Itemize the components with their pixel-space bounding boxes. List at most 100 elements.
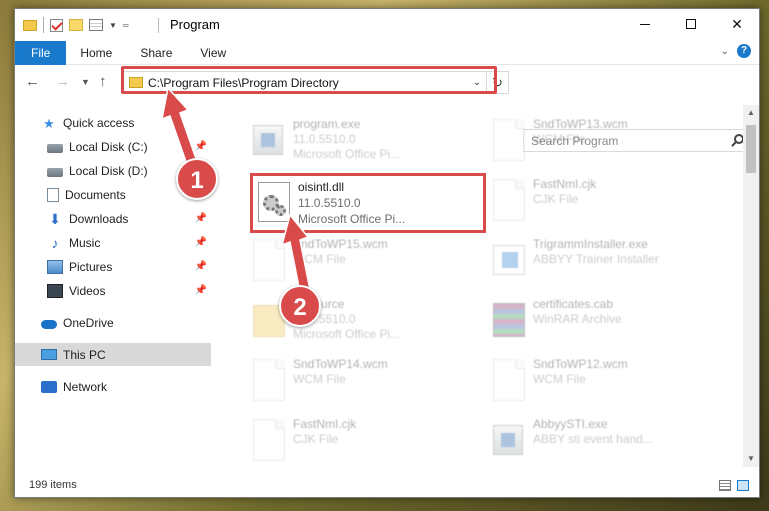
sidebar-item-label: OneDrive xyxy=(63,315,114,330)
winrar-icon xyxy=(493,299,527,343)
videos-icon xyxy=(47,283,63,298)
pin-icon[interactable]: 📌 xyxy=(195,213,207,224)
ribbon-tabs: File Home Share View xyxy=(15,40,759,65)
navigation-pane: ★ Quick access Local Disk (C:) 📌 Local D… xyxy=(15,105,211,465)
file-type: WCM File xyxy=(533,372,586,386)
document-icon xyxy=(253,359,287,403)
file-type: ABBYY Trainer Installer xyxy=(533,252,659,266)
pin-icon[interactable]: 📌 xyxy=(195,285,207,296)
file-name: program.exe xyxy=(293,117,361,131)
sidebar-item-videos[interactable]: Videos 📌 xyxy=(15,279,211,302)
pin-icon[interactable]: 📌 xyxy=(195,141,207,152)
file-name: SndToWP13.wcm xyxy=(533,117,628,131)
sidebar-item-label: Network xyxy=(63,379,108,394)
file-tile[interactable]: FastNmI.cjk CJK File xyxy=(483,171,723,231)
expand-ribbon-icon[interactable]: ⌄ xyxy=(721,46,729,57)
exe-icon-shape xyxy=(253,125,283,155)
help-icon[interactable]: ? xyxy=(737,44,751,58)
up-arrow-icon[interactable]: ↑ xyxy=(99,73,107,90)
selected-file-tile[interactable]: oisintl.dll 11.0.5510.0 Microsoft Office… xyxy=(250,173,486,233)
star-icon: ★ xyxy=(43,115,55,131)
document-icon xyxy=(493,359,527,403)
properties-check-icon[interactable] xyxy=(50,18,63,32)
disk-icon xyxy=(47,167,63,177)
file-description: Microsoft Office Pi... xyxy=(293,327,401,341)
pin-icon[interactable]: 📌 xyxy=(195,237,207,248)
properties-icon[interactable] xyxy=(89,19,103,31)
sidebar-item-network[interactable]: Network xyxy=(15,375,211,398)
file-tile[interactable]: program.exe 11.0.5510.0 Microsoft Office… xyxy=(243,111,483,171)
document-icon xyxy=(253,239,287,283)
document-page xyxy=(253,239,285,281)
file-tile[interactable]: AbbyySTI.exe ABBY sti event hand... xyxy=(483,411,723,469)
sidebar-item-label: Quick access xyxy=(63,115,135,130)
file-tile[interactable]: TrigrammInstaller.exe ABBYY Trainer Inst… xyxy=(483,231,723,291)
file-name: SndToWP14.wcm xyxy=(293,357,388,371)
close-button[interactable]: ✕ xyxy=(714,9,760,39)
disk-icon xyxy=(47,143,63,153)
minimize-button[interactable] xyxy=(622,9,668,39)
sidebar-item-label: Music xyxy=(69,235,101,250)
file-name: FastNmI.cjk xyxy=(533,177,597,191)
sidebar-item-label: Local Disk (D:) xyxy=(69,163,148,178)
download-icon: ⬇ xyxy=(49,210,61,227)
scroll-up-icon[interactable]: ▲ xyxy=(743,105,759,121)
details-view-icon[interactable] xyxy=(719,480,731,491)
pin-icon[interactable]: 📌 xyxy=(195,261,207,272)
minimize-icon xyxy=(640,23,650,25)
tab-file[interactable]: File xyxy=(15,40,67,65)
scroll-down-icon[interactable]: ▼ xyxy=(743,451,759,467)
sidebar-item-music[interactable]: ♪ Music 📌 xyxy=(15,231,211,254)
exe-icon xyxy=(253,119,287,163)
close-icon: ✕ xyxy=(731,15,743,32)
vertical-scrollbar[interactable]: ▲ ▼ xyxy=(743,105,759,467)
chevron-down-icon[interactable]: ▼ xyxy=(109,21,117,30)
file-type: WinRAR Archive xyxy=(533,312,622,326)
file-tile[interactable]: certificates.cab WinRAR Archive xyxy=(483,291,723,351)
dll-gear-icon xyxy=(258,182,292,226)
file-name: SndToWP12.wcm xyxy=(533,357,628,371)
file-type: WCM File xyxy=(533,132,586,146)
sidebar-item-quick-access[interactable]: ★ Quick access xyxy=(15,111,211,134)
callout-one: 1 xyxy=(176,158,218,200)
file-name: SndToWP15.wcm xyxy=(293,237,388,251)
address-highlight-box xyxy=(121,66,497,94)
exe-icon-shape xyxy=(493,425,523,455)
quick-access-toolbar: ▼ ═ xyxy=(23,17,129,33)
maximize-button[interactable] xyxy=(668,9,714,39)
sidebar-item-pictures[interactable]: Pictures 📌 xyxy=(15,255,211,278)
sidebar-item-this-pc[interactable]: This PC xyxy=(15,343,211,366)
window-title: Program xyxy=(170,17,220,32)
tiles-view-icon[interactable] xyxy=(737,480,749,491)
file-version: 11.0.5510.0 xyxy=(293,132,356,146)
file-tile[interactable]: FastNmI.cjk CJK File xyxy=(243,411,483,469)
sidebar-item-onedrive[interactable]: OneDrive xyxy=(15,311,211,334)
file-name: TrigrammInstaller.exe xyxy=(533,237,648,251)
sidebar-item-label: This PC xyxy=(63,347,106,362)
recent-locations-chevron-icon[interactable]: ▼ xyxy=(81,77,90,87)
file-tile[interactable]: SndToWP13.wcm WCM File xyxy=(483,111,723,171)
customize-toolbar-icon[interactable]: ═ xyxy=(123,21,129,30)
back-arrow-icon[interactable]: ← xyxy=(25,73,40,90)
sidebar-item-downloads[interactable]: ⬇ Downloads 📌 xyxy=(15,207,211,230)
sidebar-item-label: Documents xyxy=(65,187,126,202)
exe-icon xyxy=(493,419,527,463)
documents-icon xyxy=(47,187,59,202)
onedrive-icon xyxy=(41,319,57,329)
network-icon xyxy=(41,380,57,393)
tab-view[interactable]: View xyxy=(186,41,240,65)
tab-share[interactable]: Share xyxy=(126,41,186,65)
sidebar-item-local-disk-c[interactable]: Local Disk (C:) 📌 xyxy=(15,135,211,158)
winrar-shape xyxy=(493,303,525,337)
file-tile[interactable]: SndToWP12.wcm WCM File xyxy=(483,351,723,411)
file-name: AbbyySTI.exe xyxy=(533,417,608,431)
forward-arrow-icon[interactable]: → xyxy=(55,73,70,90)
file-tile[interactable]: SndToWP15.wcm WCM File xyxy=(243,231,483,291)
document-icon xyxy=(493,179,527,223)
scroll-thumb[interactable] xyxy=(746,125,756,173)
new-folder-icon[interactable] xyxy=(69,19,83,31)
file-description: Microsoft Office Pi... xyxy=(293,147,401,161)
tab-home[interactable]: Home xyxy=(66,41,126,65)
file-tile[interactable]: SndToWP14.wcm WCM File xyxy=(243,351,483,411)
status-bar: 199 items xyxy=(15,475,759,497)
